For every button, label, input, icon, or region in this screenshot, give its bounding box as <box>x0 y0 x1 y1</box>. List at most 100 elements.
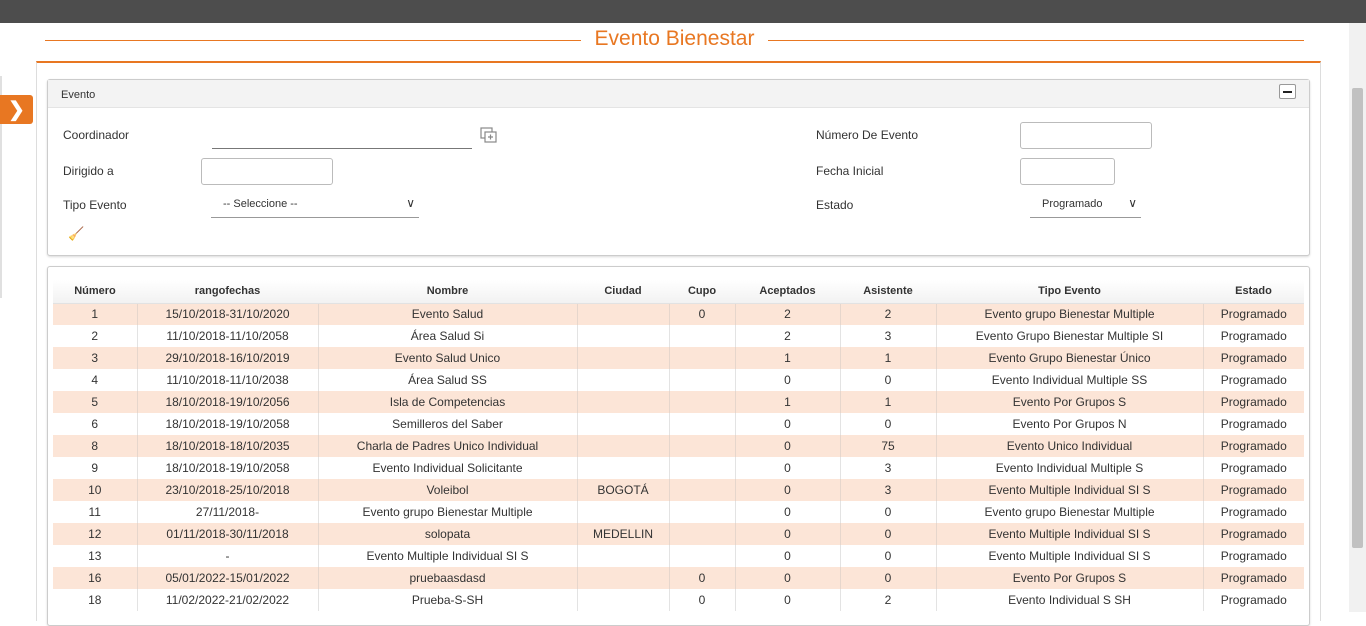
table-cell <box>669 545 736 567</box>
table-row[interactable]: 8 18/10/2018-18/10/2035 Charla de Padres U… <box>53 435 1304 457</box>
coordinador-input[interactable] <box>212 127 472 149</box>
numero-evento-input[interactable] <box>1020 122 1152 149</box>
column-header[interactable]: Nombre <box>318 280 577 304</box>
scrollbar-thumb[interactable] <box>1352 88 1363 548</box>
table-cell: 01/11/2018-30/11/2018 <box>137 523 319 545</box>
fecha-inicial-input[interactable] <box>1020 158 1115 185</box>
title-divider-right <box>768 40 1304 41</box>
table-cell: 0 <box>735 479 841 501</box>
expand-sidebar-button[interactable]: ❯ <box>0 95 33 124</box>
table-cell <box>669 435 736 457</box>
table-cell: Evento grupo Bienestar Multiple <box>936 303 1204 325</box>
table-row[interactable]: 3 29/10/2018-16/10/2019 Evento Salud Unico… <box>53 347 1304 369</box>
table-body: 1 15/10/2018-31/10/2020 Evento Salud 0 2 2 Eve… <box>53 303 1304 611</box>
table-row[interactable]: 18 11/02/2022-21/02/2022 Prueba-S-SH 0 0 2 Eve… <box>53 589 1304 611</box>
table-cell: 12 <box>53 523 138 545</box>
table-cell: 11/10/2018-11/10/2038 <box>137 369 319 391</box>
table-cell: 0 <box>735 369 841 391</box>
table-cell: 4 <box>53 369 138 391</box>
table-cell: pruebaasdasd <box>318 567 578 589</box>
table-cell: Programado <box>1203 347 1304 369</box>
numero-evento-label: Número De Evento <box>816 128 919 142</box>
table-row[interactable]: 9 18/10/2018-19/10/2058 Evento Individual … <box>53 457 1304 479</box>
table-cell <box>669 523 736 545</box>
collapse-panel-button[interactable] <box>1279 84 1296 99</box>
table-cell <box>577 501 670 523</box>
title-divider-left <box>45 40 581 41</box>
table-cell: BOGOTÁ <box>577 479 670 501</box>
page-scrollbar[interactable] <box>1349 23 1366 612</box>
table-row[interactable]: 13- Evento Multiple Individual SI S 0 0 Even… <box>53 545 1304 567</box>
table-row[interactable]: 6 18/10/2018-19/10/2058 Semilleros del Sab… <box>53 413 1304 435</box>
select-coordinador-icon[interactable] <box>480 127 498 143</box>
table-cell: Evento Multiple Individual SI S <box>936 523 1204 545</box>
table-cell: 0 <box>735 501 841 523</box>
table-cell: Evento Individual Multiple SS <box>936 369 1204 391</box>
table-row[interactable]: 11 27/11/2018- Evento grupo Bienestar Mult… <box>53 501 1304 523</box>
table-row[interactable]: 5 18/10/2018-19/10/2056 Isla de Competenci… <box>53 391 1304 413</box>
table-cell: 16 <box>53 567 138 589</box>
table-cell: - <box>137 545 319 567</box>
events-table: Número rangofechas Nombre Ciudad Cupo Aceptad… <box>53 280 1304 611</box>
table-cell: 3 <box>53 347 138 369</box>
table-row[interactable]: 16 05/01/2022-15/01/2022 pruebaasdasd 0 0 0 Ev… <box>53 567 1304 589</box>
table-cell: Programado <box>1203 391 1304 413</box>
column-header[interactable]: rangofechas <box>137 280 318 304</box>
tipo-evento-value: -- Seleccione -- <box>223 198 298 210</box>
table-cell: Programado <box>1203 545 1304 567</box>
page-title: Evento Bienestar <box>594 27 755 50</box>
table-cell: 15/10/2018-31/10/2020 <box>137 303 319 325</box>
column-header[interactable]: Ciudad <box>577 280 669 304</box>
column-header[interactable]: Asistente <box>840 280 936 304</box>
table-cell: 3 <box>840 479 937 501</box>
dirigido-input[interactable] <box>201 158 333 185</box>
table-cell: Programado <box>1203 435 1304 457</box>
table-cell: 0 <box>840 413 937 435</box>
tipo-evento-label: Tipo Evento <box>63 198 127 212</box>
table-cell: 0 <box>840 501 937 523</box>
column-header[interactable]: Cupo <box>669 280 735 304</box>
table-row[interactable]: 12 01/11/2018-30/11/2018 solopata MEDELLIN 0… <box>53 523 1304 545</box>
table-cell: 8 <box>53 435 138 457</box>
table-cell: Evento Por Grupos N <box>936 413 1204 435</box>
estado-select[interactable]: Programado ∨ <box>1030 193 1141 218</box>
table-cell: 18/10/2018-19/10/2058 <box>137 413 319 435</box>
table-cell: 6 <box>53 413 138 435</box>
table-cell: Programado <box>1203 589 1304 611</box>
table-row[interactable]: 10 23/10/2018-25/10/2018 Voleibol BOGOTÁ 0 3 E… <box>53 479 1304 501</box>
table-cell: 29/10/2018-16/10/2019 <box>137 347 319 369</box>
fecha-inicial-label: Fecha Inicial <box>816 164 884 178</box>
column-header[interactable]: Estado <box>1203 280 1304 304</box>
column-header[interactable]: Aceptados <box>735 280 840 304</box>
table-cell: Evento grupo Bienestar Multiple <box>318 501 578 523</box>
clear-filter-icon[interactable]: 🧹 <box>68 226 84 242</box>
table-cell: 9 <box>53 457 138 479</box>
table-row[interactable]: 4 11/10/2018-11/10/2038 Área Salud SS 0 0 Eve… <box>53 369 1304 391</box>
table-cell <box>669 501 736 523</box>
table-cell: 0 <box>840 523 937 545</box>
table-cell: Programado <box>1203 457 1304 479</box>
table-cell: Programado <box>1203 479 1304 501</box>
estado-value: Programado <box>1042 198 1103 210</box>
table-cell <box>669 457 736 479</box>
table-cell <box>577 457 670 479</box>
table-cell: 0 <box>669 589 736 611</box>
column-header[interactable]: Tipo Evento <box>936 280 1203 304</box>
table-header-row: Número rangofechas Nombre Ciudad Cupo Aceptad… <box>53 280 1304 304</box>
table-cell: 0 <box>840 545 937 567</box>
table-cell <box>577 545 670 567</box>
table-cell: 3 <box>840 457 937 479</box>
table-cell: 1 <box>840 391 937 413</box>
table-cell: Charla de Padres Unico Individual <box>318 435 578 457</box>
table-row[interactable]: 1 15/10/2018-31/10/2020 Evento Salud 0 2 2 Eve… <box>53 303 1304 325</box>
table-cell: Isla de Competencias <box>318 391 578 413</box>
table-cell <box>669 347 736 369</box>
table-cell <box>577 303 670 325</box>
table-cell: Área Salud SS <box>318 369 578 391</box>
tipo-evento-select[interactable]: -- Seleccione -- ∨ <box>211 193 419 218</box>
table-cell: Evento Multiple Individual SI S <box>318 545 578 567</box>
table-cell: Evento Multiple Individual SI S <box>936 545 1204 567</box>
table-cell: Programado <box>1203 413 1304 435</box>
column-header[interactable]: Número <box>53 280 137 304</box>
table-row[interactable]: 2 11/10/2018-11/10/2058 Área Salud Si 2 3 Eve… <box>53 325 1304 347</box>
